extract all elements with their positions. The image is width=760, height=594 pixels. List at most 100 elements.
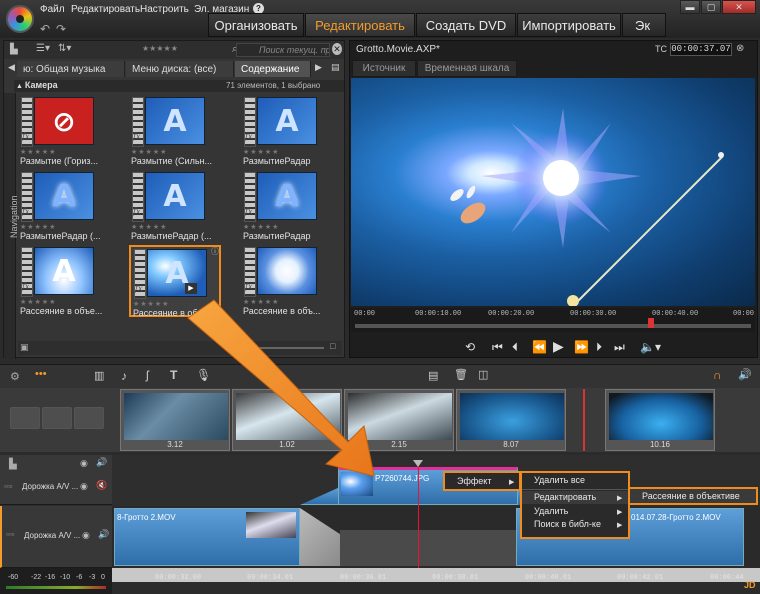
track-name[interactable]: Дорожка A/V ... (22, 482, 78, 491)
tile-rating[interactable]: ★★★★★ (20, 148, 56, 156)
trash-icon[interactable]: 🗑 (454, 368, 468, 381)
library-tile[interactable]: fx A ★★★★★ РазмытиеРадар (241, 95, 333, 167)
rewind-icon[interactable]: ⏪ (532, 340, 547, 354)
storyboard-empty-slot[interactable] (42, 407, 72, 429)
context-menu-root[interactable]: Эффект ▶ (443, 471, 521, 491)
tile-rating[interactable]: ★★★★★ (20, 298, 56, 306)
folder-icon[interactable]: ▙ (10, 44, 18, 55)
preview-play-icon[interactable]: ▶ (185, 283, 197, 294)
speaker-icon[interactable]: 🔊 (96, 457, 107, 468)
zoom-slider[interactable] (254, 347, 324, 349)
library-tile[interactable]: fx A ★★★★★ РазмытиеРадар (... (129, 170, 221, 242)
track-header-active[interactable]: ▫▫▫ Дорожка A/V ... ◉ 🔊 (0, 506, 112, 568)
minimize-icon[interactable]: ▬ (680, 0, 700, 14)
tile-rating[interactable]: ★★★★★ (243, 148, 279, 156)
play-icon[interactable]: ▶ (553, 338, 564, 355)
storyboard-icon[interactable]: ▤ (428, 369, 438, 382)
library-tile[interactable]: fx ★★★★★ Рассеяние в объ... (241, 245, 333, 317)
loop-icon[interactable]: ⟲ (465, 340, 475, 354)
storyboard-clip[interactable]: 8.07 (456, 389, 566, 451)
storyboard-empty-slot[interactable] (10, 407, 40, 429)
close-icon[interactable]: ✕ (722, 0, 756, 14)
tile-rating[interactable]: ★★★★★ (243, 298, 279, 306)
storyboard-clip[interactable]: 3.12 (120, 389, 230, 451)
go-start-icon[interactable]: ⏮ (492, 340, 503, 355)
tab-source[interactable]: Источник (352, 60, 416, 77)
storyboard-empty-slot[interactable] (74, 407, 104, 429)
close-preview-icon[interactable]: ⊗ (736, 43, 744, 54)
menu-setup[interactable]: Настроить (140, 4, 189, 15)
track-grip-icon[interactable]: ▫▫▫ (4, 482, 13, 491)
speaker-orange-icon[interactable]: 🔊 (738, 368, 752, 381)
tab-organize[interactable]: Организовать (208, 13, 304, 37)
tile-rating[interactable]: ★★★★★ (131, 148, 167, 156)
fullscreen-icon[interactable]: □ (330, 341, 335, 351)
tab-import[interactable]: Импортировать (517, 13, 621, 37)
playhead-marker-icon[interactable] (413, 460, 423, 467)
title-icon[interactable]: T (170, 368, 177, 382)
eye-icon[interactable]: ◉ (80, 458, 88, 469)
step-forward-icon[interactable]: ⏵ (596, 340, 602, 355)
mute-icon[interactable]: 🔇 (96, 480, 107, 491)
context-submenu-effect[interactable]: Рассеяние в объективе (628, 487, 758, 505)
menu-effect[interactable]: Эффект (457, 476, 491, 486)
tab-create-dvd[interactable]: Создать DVD (416, 13, 516, 37)
maximize-icon[interactable]: ▢ (701, 0, 721, 14)
storyboard-clip[interactable]: 10.16 (605, 389, 715, 451)
undo-icon[interactable]: ↶ (40, 22, 50, 36)
menu-remove[interactable]: Удалить (534, 506, 568, 516)
music-icon[interactable]: ♪ (121, 369, 127, 383)
redo-icon[interactable]: ↷ (56, 22, 66, 36)
menu-file[interactable]: Файл (40, 4, 65, 15)
snapshot-icon[interactable]: ◫ (478, 368, 488, 381)
tab-scroll-right-icon[interactable]: ▶ (315, 62, 322, 73)
tab-edit[interactable]: Редактировать (305, 13, 415, 37)
voiceover-icon[interactable]: 🎙 (196, 368, 211, 382)
library-tile[interactable]: fx A ★★★★★ Размытие (Сильн... (129, 95, 221, 167)
tab-timeline[interactable]: Временная шкала (417, 60, 517, 77)
storyboard-clip[interactable]: 1.02 (232, 389, 342, 451)
sort-icon[interactable]: ⇅▾ (58, 43, 71, 54)
rating-filter[interactable]: ★★★★★ (142, 44, 178, 53)
more-icon[interactable]: ••• (35, 368, 47, 380)
library-tile[interactable]: fx A ★★★★★ Рассеяние в объе... (18, 245, 110, 317)
timecode-display[interactable]: 00:00:37.07 (670, 43, 732, 56)
library-tile[interactable]: fx A ★★★★★ Рассеяние в объ... ▶ ⓘ (129, 245, 221, 318)
list-view-icon[interactable]: ☰▾ (36, 43, 50, 54)
eye-icon[interactable]: ◉ (82, 530, 90, 541)
breadcrumb-label[interactable]: ▲ Камера (16, 80, 58, 90)
magnet-icon[interactable]: ∩ (713, 368, 722, 382)
track-grip-icon[interactable]: ▫▫▫ (6, 530, 15, 539)
track-name[interactable]: Дорожка A/V ... (24, 531, 80, 540)
tile-rating[interactable]: ★★★★★ (133, 300, 169, 308)
go-end-icon[interactable]: ⏭ (614, 340, 625, 355)
volume-icon[interactable]: 🔈▾ (640, 340, 661, 354)
tab-disc-menu[interactable]: Меню диска: (все) (126, 61, 234, 77)
fast-forward-icon[interactable]: ⏩ (574, 340, 589, 354)
tile-rating[interactable]: ★★★★★ (131, 223, 167, 231)
main-clip[interactable]: 8-Гротто 2.MOV (114, 508, 300, 566)
tab-music[interactable]: ю: Общая музыка (17, 61, 125, 77)
menu-edit-item[interactable]: Редактировать (534, 492, 596, 502)
info-icon[interactable]: ⓘ (211, 246, 219, 257)
step-back-icon[interactable]: ⏴ (512, 340, 518, 355)
tile-rating[interactable]: ★★★★★ (20, 223, 56, 231)
navigation-strip[interactable]: Navigation (4, 93, 19, 359)
speaker-icon[interactable]: 🔊 (98, 529, 109, 540)
tile-rating[interactable]: ★★★★★ (243, 223, 279, 231)
menu-lens-flare[interactable]: Рассеяние в объективе (642, 491, 740, 501)
expand-icon[interactable]: ▣ (20, 342, 29, 353)
menu-delete-all[interactable]: Удалить все (534, 475, 585, 485)
tab-scroll-left-icon[interactable]: ◀ (8, 62, 15, 73)
track-folder-icon[interactable]: ▙ (9, 459, 17, 470)
tab-content[interactable]: Содержание (235, 61, 311, 77)
library-tile[interactable]: fx A ★★★★★ РазмытиеРадар (241, 170, 333, 242)
storyboard-clip[interactable]: 2.15 (344, 389, 454, 451)
track-header[interactable]: ▙ ◉ 🔊 ▫▫▫ Дорожка A/V ... ◉ 🔇 (0, 455, 112, 505)
scrubber-handle[interactable] (648, 318, 654, 328)
library-tile[interactable]: fx A ★★★★★ РазмытиеРадар (... (18, 170, 110, 242)
eye-icon[interactable]: ◉ (80, 481, 88, 492)
tab-export[interactable]: Эк (622, 13, 666, 37)
context-submenu[interactable]: Удалить все Редактировать ▶ Удалить ▶ По… (520, 471, 630, 539)
scorefitter-icon[interactable]: ʃ (146, 368, 149, 382)
